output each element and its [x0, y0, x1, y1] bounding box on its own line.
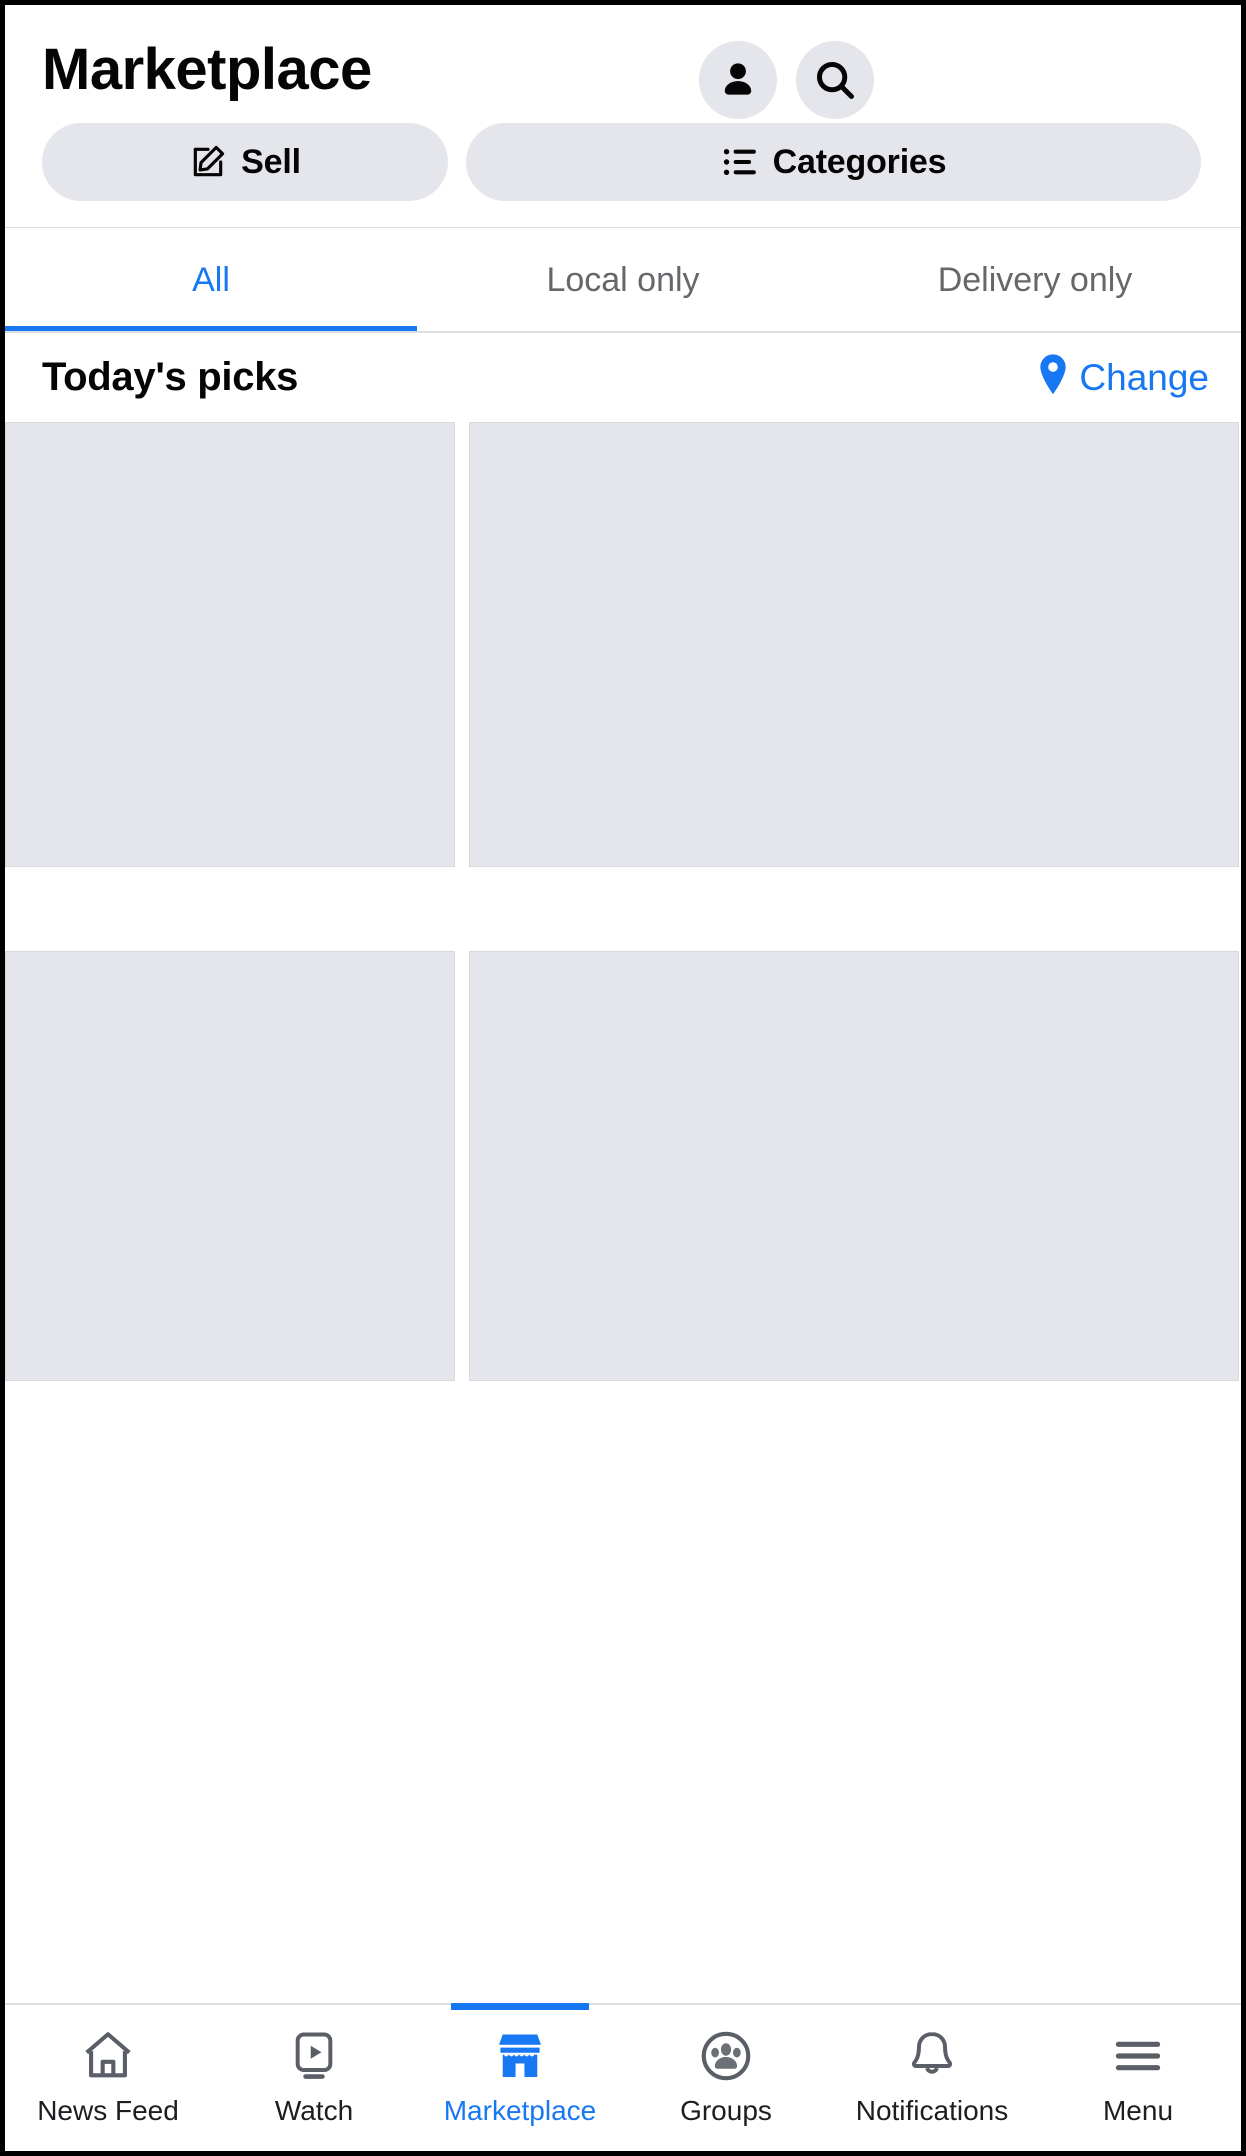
nav-label-menu: Menu	[1102, 2095, 1174, 2126]
tab-local-only-label: Local only	[546, 261, 700, 299]
section-title: Today's picks	[42, 355, 299, 399]
home-icon	[79, 2025, 137, 2087]
list-icon	[721, 143, 759, 181]
sell-button-label: Sell	[241, 142, 301, 181]
nav-label-news-feed: News Feed	[37, 2095, 179, 2126]
tab-delivery-only[interactable]: Delivery only	[829, 228, 1241, 333]
tab-local-only[interactable]: Local only	[417, 228, 829, 333]
location-pin-icon	[1036, 353, 1070, 402]
listing-card-placeholder[interactable]	[5, 422, 455, 867]
header-top-row: Marketplace	[5, 19, 1241, 119]
nav-label-groups: Groups	[680, 2095, 772, 2126]
filter-tabs: All Local only Delivery only	[5, 228, 1241, 333]
profile-button[interactable]	[699, 41, 777, 119]
header-action-buttons: Sell Categories	[5, 123, 1241, 201]
nav-item-marketplace[interactable]: Marketplace	[417, 2003, 623, 2151]
nav-item-news-feed[interactable]: News Feed	[5, 2005, 211, 2151]
categories-button-label: Categories	[772, 142, 947, 181]
nav-item-watch[interactable]: Watch	[211, 2005, 417, 2151]
listing-card-placeholder[interactable]	[469, 422, 1239, 867]
change-label: Change	[1079, 356, 1209, 398]
hamburger-menu-icon	[1110, 2025, 1166, 2087]
nav-label-marketplace: Marketplace	[443, 2095, 597, 2126]
bell-icon	[904, 2025, 960, 2087]
nav-item-notifications[interactable]: Notifications	[829, 2005, 1035, 2151]
search-icon	[812, 57, 858, 103]
listing-grid-row	[5, 422, 1241, 867]
categories-button[interactable]: Categories	[466, 123, 1201, 201]
page-title: Marketplace	[42, 37, 372, 102]
grid-row-spacer	[5, 867, 1241, 951]
nav-label-notifications: Notifications	[855, 2095, 1009, 2126]
nav-active-indicator	[451, 2003, 589, 2010]
marketplace-header: Marketplace Sell Categories	[5, 5, 1241, 227]
groups-icon	[697, 2025, 755, 2087]
listing-card-placeholder[interactable]	[5, 951, 455, 1381]
nav-item-menu[interactable]: Menu	[1035, 2005, 1241, 2151]
app-window: Marketplace Sell Categories All Local on…	[0, 0, 1246, 2156]
sell-button[interactable]: Sell	[42, 123, 448, 201]
tab-delivery-only-label: Delivery only	[937, 261, 1133, 299]
nav-label-watch: Watch	[274, 2095, 354, 2126]
person-icon	[716, 58, 760, 102]
listing-grid-row	[5, 951, 1241, 1381]
change-location-button[interactable]: Change	[1036, 353, 1209, 402]
bottom-navigation-bar: News Feed Watch Marketplace Groups Notif…	[5, 2003, 1241, 2151]
video-play-icon	[286, 2025, 342, 2087]
listing-grid	[5, 422, 1241, 1381]
tab-all-label: All	[192, 261, 230, 299]
tabs-divider	[5, 331, 1241, 333]
nav-item-groups[interactable]: Groups	[623, 2005, 829, 2151]
tab-all[interactable]: All	[5, 228, 417, 333]
listing-card-placeholder[interactable]	[469, 951, 1239, 1381]
todays-picks-header: Today's picks Change	[5, 335, 1241, 420]
compose-pencil-icon	[189, 143, 227, 181]
storefront-icon	[492, 2025, 548, 2087]
search-button[interactable]	[796, 41, 874, 119]
